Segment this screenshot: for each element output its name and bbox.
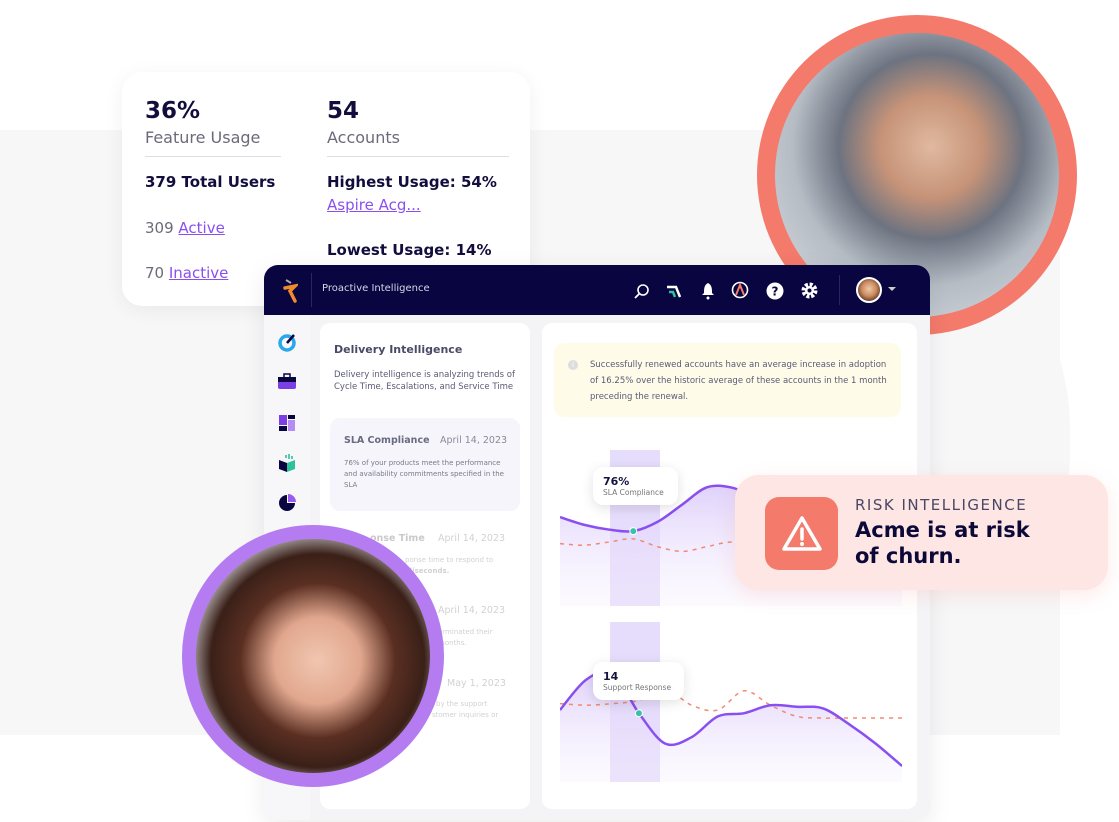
support-response-chart	[560, 622, 902, 782]
panel-description: Delivery intelligence is analyzing trend…	[334, 370, 515, 392]
card-text: erminated their	[438, 628, 493, 636]
panel-title: Delivery Intelligence	[334, 343, 463, 356]
customer-photo-woman	[182, 525, 444, 787]
active-link[interactable]: Active	[178, 219, 224, 237]
bell-icon[interactable]	[701, 282, 715, 300]
risk-message-line2: of churn.	[855, 544, 962, 568]
accounts-label: Accounts	[327, 128, 400, 147]
search-icon[interactable]	[634, 283, 650, 299]
card-date: May 1, 2023	[447, 678, 506, 689]
active-count: 309	[145, 219, 174, 237]
risk-intelligence-card: RISK INTELLIGENCE Acme is at risk of chu…	[735, 475, 1108, 590]
chart-box-icon[interactable]	[277, 453, 297, 473]
inactive-users: 70 Inactive	[145, 264, 228, 282]
chart-tooltip-support: 14 Support Response	[593, 662, 684, 700]
avatar[interactable]	[856, 277, 882, 303]
svg-text:?: ?	[772, 285, 779, 299]
active-users: 309 Active	[145, 219, 225, 237]
tooltip-label: Support Response	[603, 683, 672, 692]
tooltip-label: SLA Compliance	[603, 488, 664, 497]
highest-account-link[interactable]: Aspire Acg...	[327, 196, 421, 214]
feature-usage-label: Feature Usage	[145, 128, 261, 147]
card-date: April 14, 2023	[438, 533, 506, 544]
top-bar: Proactive Intelligence ?	[264, 265, 930, 315]
card-text: ponse time to respond to	[405, 556, 494, 564]
divider	[327, 156, 509, 157]
lowest-usage: Lowest Usage: 14%	[327, 241, 492, 259]
target-icon[interactable]	[277, 332, 297, 352]
card-title: SLA Compliance	[344, 435, 430, 446]
pie-chart-icon[interactable]	[277, 493, 297, 513]
risk-message-line1: Acme is at risk	[855, 518, 1030, 542]
feature-usage-value: 36%	[145, 98, 201, 124]
risk-label: RISK INTELLIGENCE	[855, 496, 1028, 514]
card-text: stomer inquiries or	[432, 711, 499, 719]
highest-usage: Highest Usage: 54%	[327, 173, 497, 191]
info-text: Successfully renewed accounts have an av…	[590, 360, 887, 402]
inactive-count: 70	[145, 264, 165, 282]
signal-icon[interactable]	[666, 283, 684, 299]
insight-card-sla[interactable]: SLA Compliance April 14, 2023 76% of you…	[330, 418, 520, 511]
info-icon: i	[568, 360, 578, 370]
warning-icon	[765, 497, 838, 570]
card-text: 76% of your products meet the performanc…	[344, 459, 504, 489]
total-users: 379 Total Users	[145, 173, 276, 191]
divider	[311, 273, 312, 307]
accounts-value: 54	[327, 98, 360, 124]
app-title: Proactive Intelligence	[322, 283, 430, 294]
inactive-link[interactable]: Inactive	[169, 264, 229, 282]
highlight-point[interactable]	[634, 709, 643, 718]
toolbox-icon[interactable]	[277, 371, 297, 391]
gauge-icon[interactable]	[731, 281, 749, 299]
chart-tooltip-sla: 76% SLA Compliance	[593, 467, 678, 505]
card-text: by the support	[436, 700, 488, 708]
info-banner: i Successfully renewed accounts have an …	[554, 343, 901, 417]
gear-icon[interactable]	[800, 281, 819, 300]
divider	[145, 156, 281, 157]
tooltip-value: 76%	[603, 475, 630, 488]
card-date: April 14, 2023	[438, 605, 506, 616]
layout-icon[interactable]	[277, 413, 297, 433]
help-icon[interactable]: ?	[766, 282, 784, 300]
logo-icon	[283, 279, 298, 303]
card-date: April 14, 2023	[440, 435, 508, 446]
caret-down-icon[interactable]	[888, 287, 896, 295]
highlight-point[interactable]	[629, 527, 638, 536]
divider	[839, 275, 840, 305]
tooltip-value: 14	[603, 670, 619, 683]
